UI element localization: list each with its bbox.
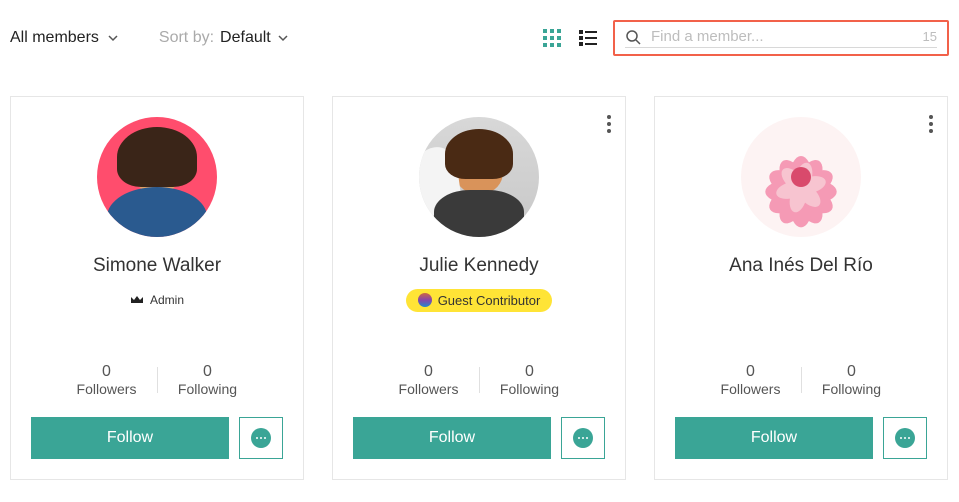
following-stat[interactable]: 0 Following [480, 363, 580, 397]
member-name[interactable]: Ana Inés Del Río [729, 255, 873, 277]
sort-label: Sort by: [159, 29, 214, 47]
following-stat[interactable]: 0 Following [158, 363, 258, 397]
followers-count: 0 [379, 363, 479, 381]
list-icon [579, 29, 597, 47]
member-name[interactable]: Julie Kennedy [419, 255, 538, 277]
sort-dropdown[interactable]: Default [220, 29, 289, 47]
grid-icon [543, 29, 561, 47]
followers-stat[interactable]: 0 Followers [379, 363, 479, 397]
avatar[interactable] [97, 117, 217, 237]
chat-icon [251, 428, 271, 448]
chevron-down-icon [107, 32, 119, 44]
followers-label: Followers [399, 381, 459, 397]
member-card: Simone Walker Admin 0 Followers 0 Follow… [10, 96, 304, 480]
search-result-count: 15 [923, 29, 937, 44]
badge-emoji-icon [418, 293, 432, 307]
filter-dropdown[interactable]: All members [10, 29, 119, 47]
chat-icon [895, 428, 915, 448]
sort-value: Default [220, 29, 271, 47]
search-icon [625, 29, 641, 45]
followers-count: 0 [57, 363, 157, 381]
following-count: 0 [158, 363, 258, 381]
chat-button[interactable] [239, 417, 283, 459]
filter-label: All members [10, 29, 99, 47]
followers-label: Followers [721, 381, 781, 397]
avatar[interactable] [419, 117, 539, 237]
follow-button[interactable]: Follow [353, 417, 551, 459]
crown-icon [130, 295, 144, 305]
chat-button[interactable] [561, 417, 605, 459]
card-menu-button[interactable] [929, 115, 933, 133]
avatar[interactable] [741, 117, 861, 237]
followers-label: Followers [77, 381, 137, 397]
role-label: Guest Contributor [438, 293, 541, 308]
following-count: 0 [480, 363, 580, 381]
list-view-button[interactable] [577, 27, 599, 49]
grid-view-button[interactable] [541, 27, 563, 49]
following-count: 0 [802, 363, 902, 381]
following-label: Following [822, 381, 881, 397]
search-container: 15 [613, 20, 949, 56]
admin-badge: Admin [130, 293, 184, 307]
followers-count: 0 [701, 363, 801, 381]
member-card: Ana Inés Del Río 0 Followers 0 Following… [654, 96, 948, 480]
chat-button[interactable] [883, 417, 927, 459]
chat-icon [573, 428, 593, 448]
followers-stat[interactable]: 0 Followers [701, 363, 801, 397]
follow-button[interactable]: Follow [675, 417, 873, 459]
card-menu-button[interactable] [607, 115, 611, 133]
guest-badge: Guest Contributor [406, 289, 553, 312]
chevron-down-icon [277, 32, 289, 44]
member-card: Julie Kennedy Guest Contributor 0 Follow… [332, 96, 626, 480]
follow-button[interactable]: Follow [31, 417, 229, 459]
member-name[interactable]: Simone Walker [93, 255, 221, 277]
following-label: Following [500, 381, 559, 397]
role-label: Admin [150, 293, 184, 307]
search-input[interactable] [651, 28, 913, 45]
following-label: Following [178, 381, 237, 397]
followers-stat[interactable]: 0 Followers [57, 363, 157, 397]
following-stat[interactable]: 0 Following [802, 363, 902, 397]
